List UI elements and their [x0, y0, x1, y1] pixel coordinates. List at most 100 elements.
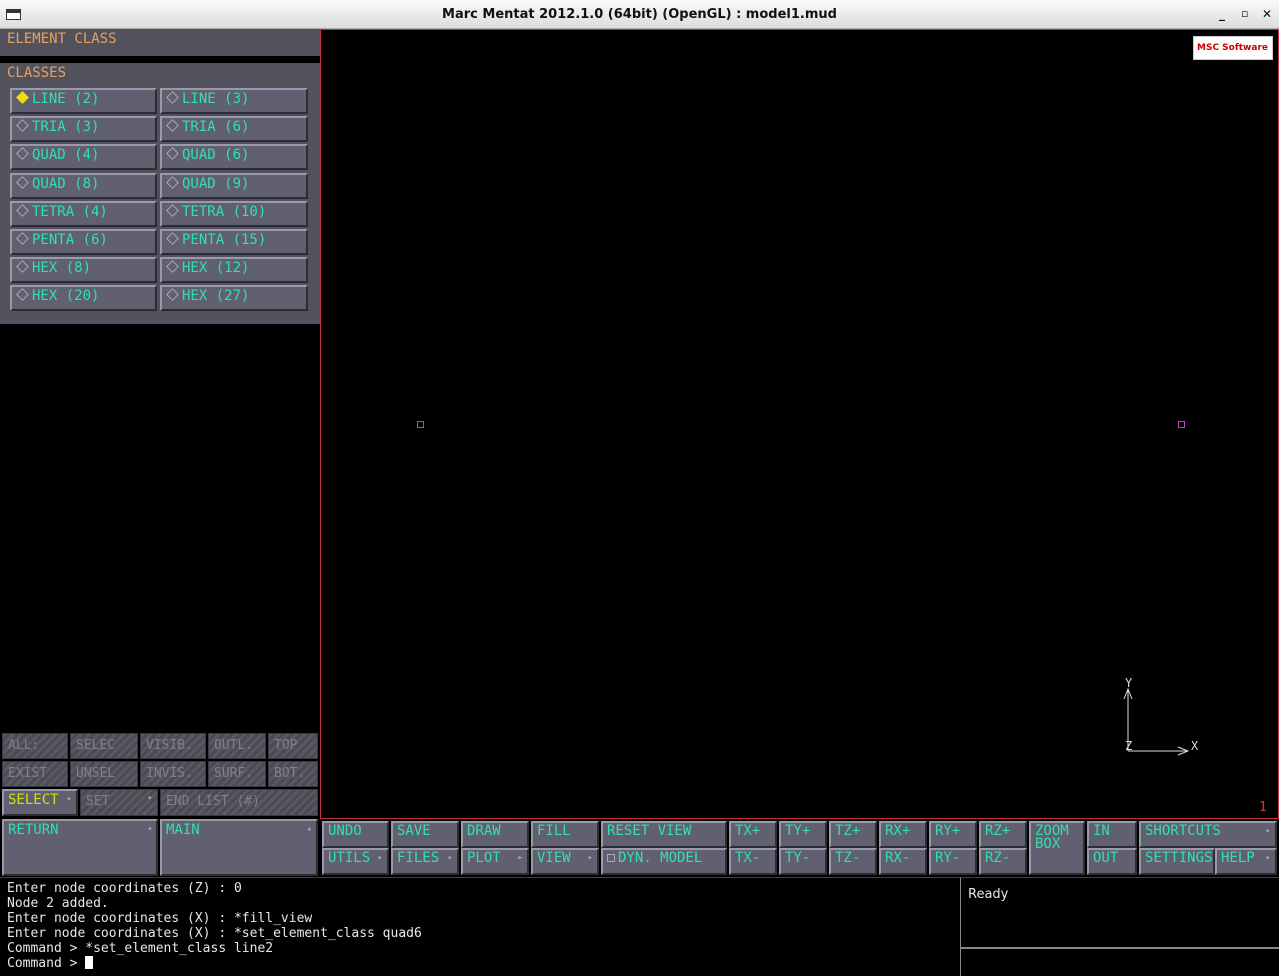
element-class-option[interactable]: QUAD (9) [160, 172, 308, 199]
element-class-option[interactable]: HEX (8) [10, 257, 157, 284]
select-button[interactable]: SELECT ▸ [2, 789, 78, 816]
minimize-button[interactable]: _ [1219, 7, 1225, 21]
utils-button[interactable]: UTILS ▸ [322, 848, 389, 875]
element-class-option[interactable]: HEX (27) [160, 285, 308, 312]
element-class-label: LINE (3) [182, 91, 250, 107]
selection-filter-button[interactable]: ALL: [2, 733, 68, 759]
element-class-option[interactable]: TRIA (3) [10, 116, 157, 143]
element-class-label: TETRA (4) [32, 203, 108, 220]
element-class-option[interactable]: TETRA (4) [10, 200, 157, 227]
node-marker[interactable] [417, 421, 424, 428]
element-class-option[interactable]: QUAD (8) [10, 172, 157, 199]
return-button[interactable]: RETURN ◂ [2, 819, 158, 876]
tx-minus-button[interactable]: TX- [729, 848, 777, 875]
selection-filter-button[interactable]: TOP [268, 733, 318, 759]
zoom-box-button[interactable]: ZOOM BOX [1029, 821, 1085, 875]
element-class-label: QUAD (9) [182, 175, 250, 192]
radio-selected-icon [16, 91, 29, 104]
submenu-arrow-icon: ▸ [1265, 826, 1271, 836]
set-label: SET [86, 794, 110, 809]
element-class-label: HEX (8) [32, 260, 92, 277]
element-class-option[interactable]: QUAD (4) [10, 144, 157, 171]
tz-plus-button[interactable]: TZ+ [829, 821, 877, 848]
element-class-label: QUAD (8) [32, 175, 100, 192]
element-class-option[interactable]: LINE (2) [10, 88, 157, 114]
radio-unselected-icon [166, 260, 179, 274]
window-title: Marc Mentat 2012.1.0 (64bit) (OpenGL) : … [442, 7, 837, 22]
save-button[interactable]: SAVE [391, 821, 459, 848]
ry-plus-button[interactable]: RY+ [929, 821, 977, 848]
end-list-label: END LIST (#) [166, 794, 260, 809]
graphics-viewport[interactable]: MSC Software Y X Z 1 [320, 29, 1279, 819]
selection-filter-button[interactable]: UNSEL [70, 761, 138, 787]
plot-button[interactable]: PLOT ▸ [461, 848, 529, 875]
zoom-out-button[interactable]: OUT [1087, 848, 1137, 875]
ty-plus-button[interactable]: TY+ [779, 821, 827, 848]
msc-software-logo: MSC Software [1193, 36, 1273, 60]
dyn-model-toggle[interactable]: DYN. MODEL [601, 848, 727, 875]
rx-plus-button[interactable]: RX+ [879, 821, 927, 848]
view-button[interactable]: VIEW ▸ [531, 848, 599, 875]
end-list-button[interactable]: END LIST (#) [160, 789, 318, 816]
settings-button[interactable]: SETTINGS [1139, 848, 1215, 875]
draw-button[interactable]: DRAW [461, 821, 529, 848]
command-console[interactable]: Enter node coordinates (Z) : 0 Node 2 add… [0, 877, 960, 976]
radio-unselected-icon [16, 232, 29, 245]
element-class-label: PENTA (6) [32, 232, 108, 248]
selection-filter-button[interactable]: VISIB. [140, 733, 206, 759]
element-class-option[interactable]: TRIA (6) [160, 116, 308, 143]
console-line: Enter node coordinates (X) : *fill_view [7, 911, 313, 926]
element-class-label: TETRA (10) [182, 203, 267, 220]
help-button[interactable]: HELP ▸ [1215, 848, 1277, 875]
element-class-option[interactable]: PENTA (6) [10, 229, 157, 255]
selection-filter-button[interactable]: EXIST [2, 761, 68, 787]
submenu-arrow-icon: ▸ [587, 853, 593, 863]
fill-button[interactable]: FILL [531, 821, 599, 848]
radio-unselected-icon [166, 203, 179, 217]
checkbox-icon [607, 854, 615, 862]
view-label: VIEW [537, 850, 571, 866]
plot-label: PLOT [467, 850, 501, 866]
rz-minus-button[interactable]: RZ- [979, 848, 1027, 875]
files-label: FILES [397, 850, 440, 866]
set-button[interactable]: SET ▸ [80, 789, 158, 816]
status-area: Ready [960, 877, 1279, 947]
close-button[interactable]: ✕ [1262, 7, 1272, 21]
element-class-label: HEX (12) [182, 260, 250, 277]
axis-x-label: X [1191, 739, 1199, 753]
tz-minus-button[interactable]: TZ- [829, 848, 877, 875]
rx-minus-button[interactable]: RX- [879, 848, 927, 875]
element-class-option[interactable]: LINE (3) [160, 88, 308, 114]
selection-filter-button[interactable]: SURF. [208, 761, 266, 787]
panel-header: ELEMENT CLASS [0, 29, 320, 56]
reset-view-button[interactable]: RESET VIEW [601, 821, 727, 848]
rz-plus-button[interactable]: RZ+ [979, 821, 1027, 848]
console-line: Command > *set_element_class line2 [7, 941, 274, 956]
maximize-button[interactable]: ▫ [1241, 7, 1248, 20]
tx-plus-button[interactable]: TX+ [729, 821, 777, 848]
selection-filter-button[interactable]: INVIS. [140, 761, 206, 787]
files-button[interactable]: FILES ▸ [391, 848, 459, 875]
main-button[interactable]: MAIN ▴ [160, 819, 318, 876]
ry-minus-button[interactable]: RY- [929, 848, 977, 875]
zoom-in-button[interactable]: IN [1087, 821, 1137, 848]
selection-filter-button[interactable]: BOT. [268, 761, 318, 787]
radio-unselected-icon [16, 288, 29, 302]
element-class-option[interactable]: QUAD (6) [160, 144, 308, 171]
element-class-option[interactable]: HEX (20) [10, 285, 157, 312]
command-prompt-line[interactable]: Command > [7, 956, 953, 971]
element-class-option[interactable]: TETRA (10) [160, 200, 308, 227]
return-label: RETURN [8, 822, 59, 838]
element-class-label: PENTA (15) [182, 232, 267, 248]
shortcuts-button[interactable]: SHORTCUTS ▸ [1139, 821, 1277, 848]
node-marker[interactable] [1178, 421, 1185, 428]
ty-minus-button[interactable]: TY- [779, 848, 827, 875]
undo-button[interactable]: UNDO [322, 821, 389, 848]
element-class-option[interactable]: HEX (12) [160, 257, 308, 284]
selection-filter-button[interactable]: SELEC [70, 733, 138, 759]
shortcuts-label: SHORTCUTS [1145, 823, 1221, 839]
left-panel: ELEMENT CLASS CLASSES LINE (2) LINE (3) TR… [0, 29, 320, 877]
element-class-option[interactable]: PENTA (15) [160, 229, 308, 255]
selection-filter-button[interactable]: OUTL. [208, 733, 266, 759]
console-history: Enter node coordinates (Z) : 0 Node 2 add… [7, 881, 953, 956]
